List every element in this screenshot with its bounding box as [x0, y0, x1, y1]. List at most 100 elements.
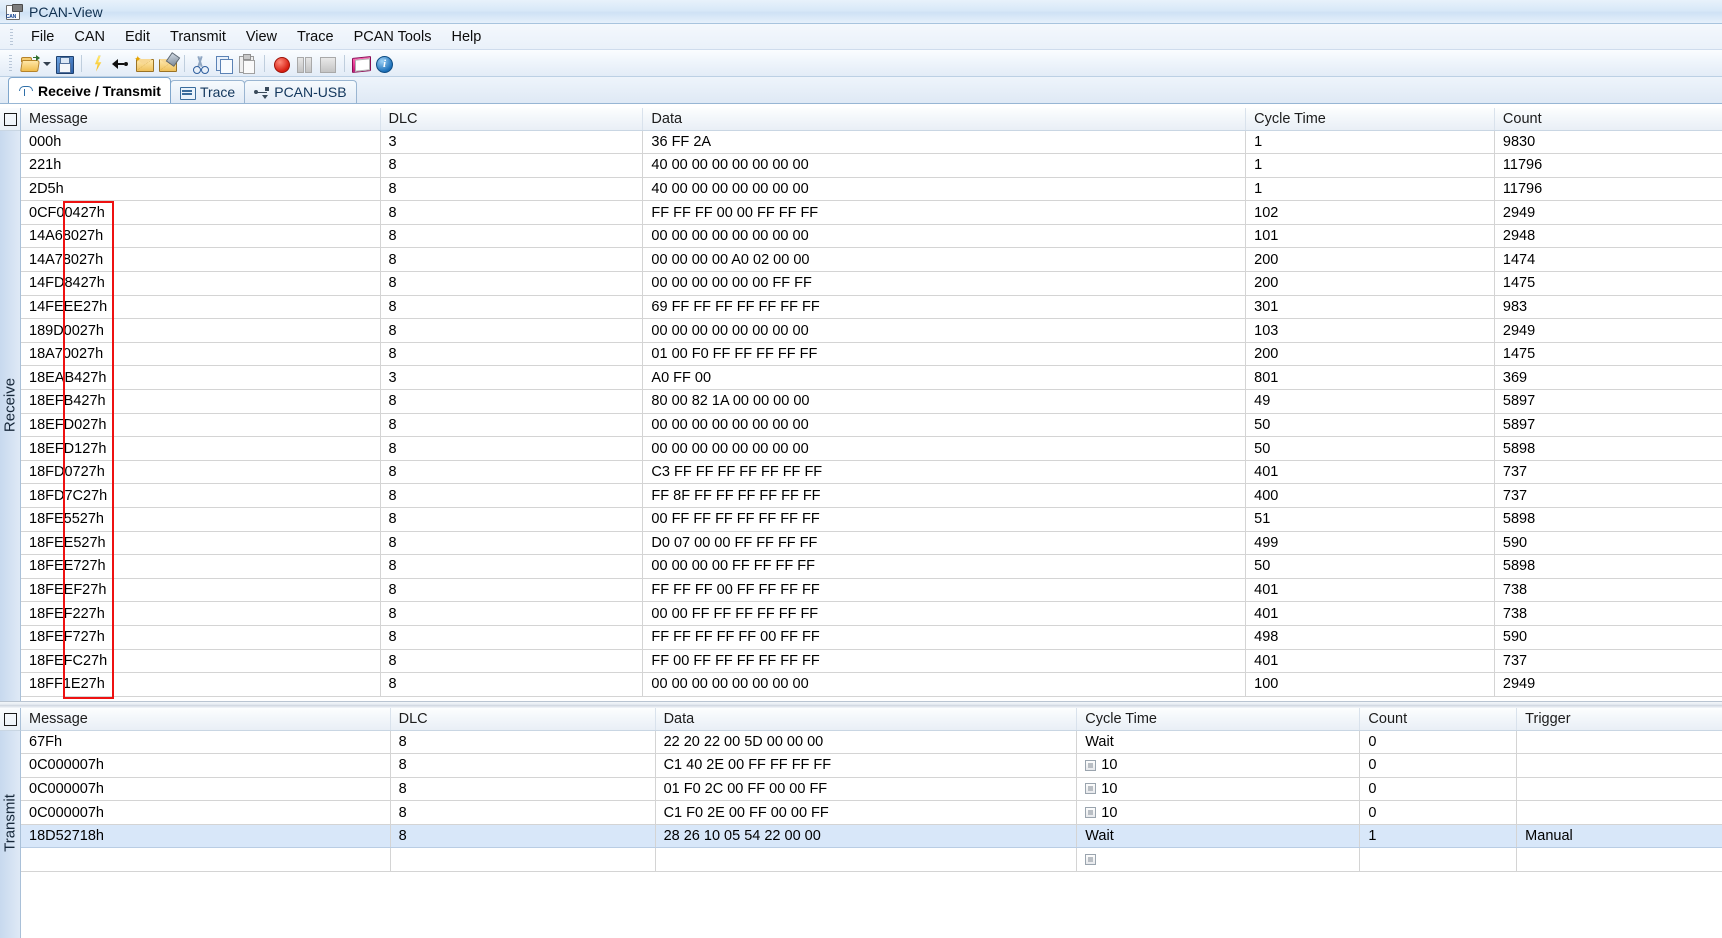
receive-cell-dlc: 8: [380, 295, 644, 320]
menu-edit[interactable]: Edit: [115, 26, 160, 48]
cycle-time-checkbox[interactable]: [1085, 783, 1097, 795]
new-message-icon[interactable]: ✦: [133, 53, 155, 74]
receive-cell-count: 590: [1494, 531, 1722, 556]
connect-lightning-icon[interactable]: [87, 53, 109, 74]
table-row[interactable]: 14A78027h 8 00 00 00 00 A0 02 00 00 200 1474: [21, 247, 1722, 273]
table-row[interactable]: 189D0027h 8 00 00 00 00 00 00 00 00 103 2949: [21, 318, 1722, 343]
table-row[interactable]: 18EFD127h 8 00 00 00 00 00 00 00 00 50 5898: [21, 436, 1722, 461]
table-row[interactable]: 18FD0727h 8 C3 FF FF FF FF FF FF FF 401 737: [21, 460, 1722, 485]
table-row[interactable]: 67Fh 8 22 20 22 00 5D 00 00 00 Wait 0: [21, 730, 1722, 755]
table-row[interactable]: 18FEF727h 8 FF FF FF FF FF 00 FF FF 498 590: [21, 625, 1722, 650]
transmit-col-trigger[interactable]: Trigger: [1516, 708, 1722, 731]
table-row[interactable]: 18FD7C27h 8 FF 8F FF FF FF FF FF FF 400 737: [21, 483, 1722, 508]
transmit-cell-message: 0C000007h: [21, 753, 391, 778]
receive-cell-cycle-time: 100: [1245, 672, 1495, 697]
table-row[interactable]: 18EAB427h 3 A0 FF 00 801 369: [21, 365, 1722, 391]
menu-grip[interactable]: [10, 28, 13, 45]
table-row[interactable]: 18FEEF27h 8 FF FF FF 00 FF FF FF FF 401 738: [21, 578, 1722, 603]
receive-cell-message: 2D5h: [21, 177, 381, 202]
cycle-time-value: 10: [1101, 757, 1118, 774]
tab-pcan-usb[interactable]: PCAN-USB: [244, 80, 357, 103]
table-row[interactable]: 18FEF227h 8 00 00 FF FF FF FF FF FF 401 738: [21, 601, 1722, 626]
copy-icon[interactable]: [213, 53, 235, 74]
receive-col-dlc[interactable]: DLC: [380, 108, 644, 131]
menu-pcan-tools[interactable]: PCAN Tools: [344, 26, 442, 48]
receive-cell-count: 590: [1494, 625, 1722, 650]
open-folder-icon[interactable]: [19, 53, 41, 74]
manual-book-icon[interactable]: [350, 53, 372, 74]
table-row[interactable]: 18FEE527h 8 D0 07 00 00 FF FF FF FF 499 590: [21, 531, 1722, 556]
table-row[interactable]: 0C000007h 8 C1 40 2E 00 FF FF FF FF 10 0: [21, 753, 1722, 778]
transmit-col-dlc[interactable]: DLC: [390, 708, 656, 731]
transmit-col-data[interactable]: Data: [655, 708, 1078, 731]
transmit-col-cycle-time[interactable]: Cycle Time: [1076, 708, 1361, 731]
transmit-grid[interactable]: Message DLC Data Cycle Time Count Trigge…: [21, 708, 1722, 938]
transmit-col-message[interactable]: Message: [21, 708, 391, 731]
table-row[interactable]: 0C000007h 8 C1 F0 2E 00 FF 00 00 FF 10 0: [21, 800, 1722, 825]
table-row[interactable]: 18FF1E27h 8 00 00 00 00 00 00 00 00 100 2949: [21, 672, 1722, 697]
receive-cell-message: 18FEE527h: [21, 531, 381, 556]
cut-icon[interactable]: [190, 53, 212, 74]
stop-icon[interactable]: [316, 53, 338, 74]
dropdown-caret-icon[interactable]: [42, 53, 51, 74]
menu-trace[interactable]: Trace: [287, 26, 344, 48]
cycle-time-checkbox[interactable]: [1085, 854, 1097, 866]
transmit-header-row: Message DLC Data Cycle Time Count Trigge…: [21, 708, 1722, 731]
receive-cell-data: 69 FF FF FF FF FF FF FF: [642, 295, 1247, 320]
table-row[interactable]: [21, 847, 1722, 873]
table-row[interactable]: 18EFB427h 8 80 00 82 1A 00 00 00 00 49 5897: [21, 389, 1722, 414]
receive-col-cycle-time[interactable]: Cycle Time: [1245, 108, 1495, 131]
table-row[interactable]: 18FEE727h 8 00 00 00 00 FF FF FF FF 50 5898: [21, 554, 1722, 579]
menu-view[interactable]: View: [236, 26, 287, 48]
title-bar: CAN PCAN-View: [0, 0, 1722, 24]
menu-can[interactable]: CAN: [64, 26, 115, 48]
menu-transmit[interactable]: Transmit: [160, 26, 236, 48]
receive-col-count[interactable]: Count: [1494, 108, 1722, 131]
cycle-time-checkbox[interactable]: [1085, 807, 1097, 819]
table-row[interactable]: 18A70027h 8 01 00 F0 FF FF FF FF FF 200 1475: [21, 342, 1722, 367]
receive-collapse-box[interactable]: [0, 108, 21, 131]
table-row[interactable]: 221h 8 40 00 00 00 00 00 00 00 1 11796: [21, 153, 1722, 178]
disconnect-arrow-icon[interactable]: [110, 53, 132, 74]
table-row[interactable]: 18FE5527h 8 00 FF FF FF FF FF FF FF 51 5898: [21, 507, 1722, 532]
receive-cell-data: 00 00 00 00 FF FF FF FF: [642, 554, 1247, 579]
table-row[interactable]: 14FD8427h 8 00 00 00 00 00 00 FF FF 200 1475: [21, 271, 1722, 296]
menu-file[interactable]: File: [21, 26, 64, 48]
table-row[interactable]: 14FEEE27h 8 69 FF FF FF FF FF FF FF 301 983: [21, 295, 1722, 320]
paste-icon[interactable]: [236, 53, 258, 74]
cycle-time-checkbox[interactable]: [1085, 759, 1097, 771]
record-icon[interactable]: [270, 53, 292, 74]
info-icon[interactable]: [373, 53, 395, 74]
save-icon[interactable]: [53, 53, 75, 74]
receive-cell-dlc: 8: [380, 271, 644, 296]
menu-file-label: File: [31, 28, 55, 45]
receive-col-data[interactable]: Data: [642, 108, 1247, 131]
transmit-col-count[interactable]: Count: [1359, 708, 1518, 731]
table-row[interactable]: 18D52718h 8 28 26 10 05 54 22 00 00 Wait 1 Ma…: [21, 824, 1722, 849]
receive-cell-cycle-time: 50: [1245, 436, 1495, 461]
receive-grid[interactable]: Message DLC Data Cycle Time Count 000h 3 3…: [21, 108, 1722, 701]
receive-cell-count: 5897: [1494, 389, 1722, 414]
table-row[interactable]: 0C000007h 8 01 F0 2C 00 FF 00 00 FF 10 0: [21, 777, 1722, 802]
receive-cell-count: 737: [1494, 649, 1722, 674]
menu-help[interactable]: Help: [441, 26, 491, 48]
table-row[interactable]: 18FEFC27h 8 FF 00 FF FF FF FF FF FF 401 737: [21, 649, 1722, 674]
table-row[interactable]: 0CF00427h 8 FF FF FF 00 00 FF FF FF 102 2949: [21, 200, 1722, 225]
receive-cell-cycle-time: 401: [1245, 460, 1495, 485]
receive-col-message[interactable]: Message: [21, 108, 381, 131]
toolbar-separator: [344, 54, 345, 72]
table-row[interactable]: 18EFD027h 8 00 00 00 00 00 00 00 00 50 5897: [21, 413, 1722, 438]
table-row[interactable]: 2D5h 8 40 00 00 00 00 00 00 00 1 11796: [21, 177, 1722, 202]
pause-icon[interactable]: [293, 53, 315, 74]
tab-trace[interactable]: Trace: [169, 80, 246, 103]
receive-cell-dlc: 8: [380, 200, 644, 225]
receive-cell-message: 18A70027h: [21, 342, 381, 367]
transmit-collapse-box[interactable]: [0, 708, 21, 731]
receive-cell-count: 5897: [1494, 413, 1722, 438]
receive-cell-data: FF FF FF 00 FF FF FF FF: [642, 578, 1247, 603]
table-row[interactable]: 14A68027h 8 00 00 00 00 00 00 00 00 101 2948: [21, 224, 1722, 249]
table-row[interactable]: 000h 3 36 FF 2A 1 9830: [21, 130, 1722, 155]
edit-message-icon[interactable]: [156, 51, 181, 74]
toolbar-grip[interactable]: [9, 54, 12, 72]
tab-receive-transmit[interactable]: Receive / Transmit: [8, 77, 171, 103]
